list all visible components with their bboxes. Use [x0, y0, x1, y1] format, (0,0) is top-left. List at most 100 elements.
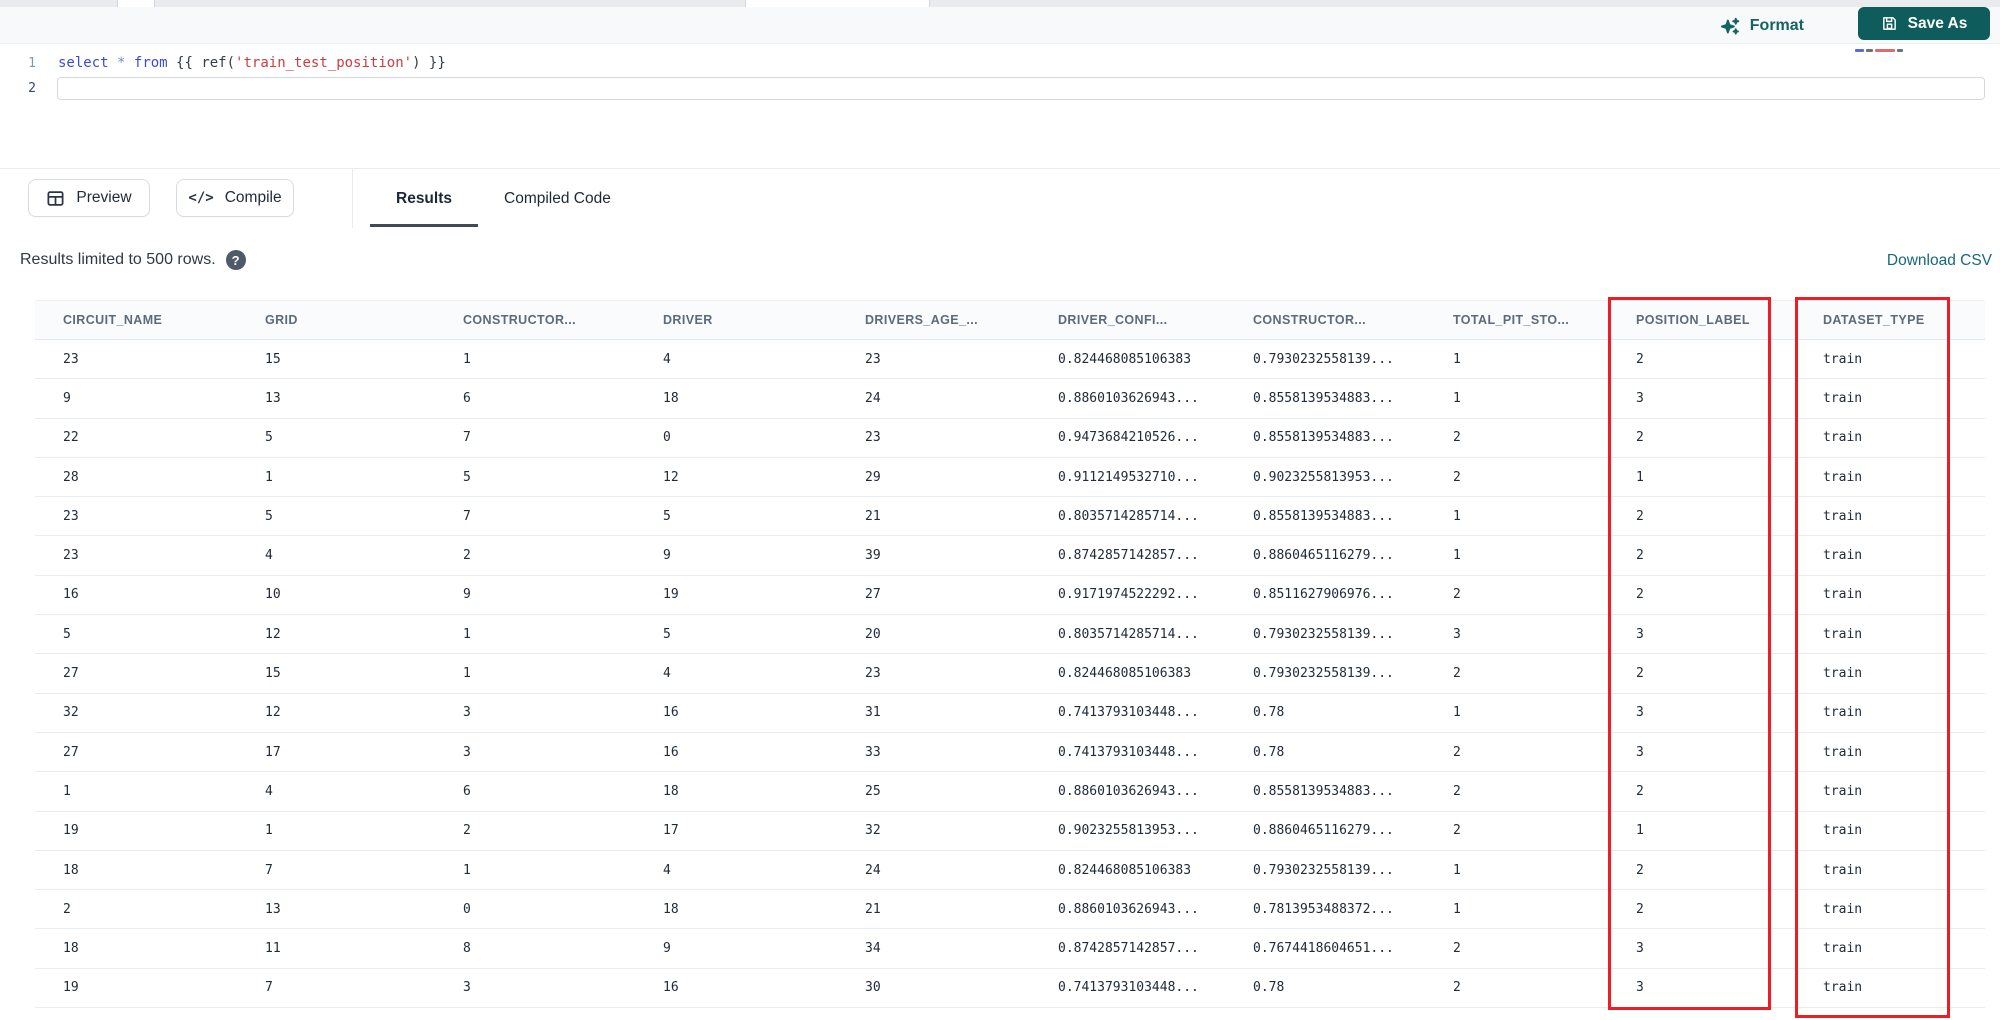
sql-token-plain: ref(	[201, 55, 236, 71]
download-csv-link[interactable]: Download CSV	[1887, 252, 1992, 270]
table-cell: 15	[265, 666, 281, 682]
table-cell: 2	[1636, 548, 1644, 564]
table-cell: 0.824468085106383	[1058, 351, 1192, 367]
sql-token-keyword: from	[133, 55, 168, 71]
table-cell: 2	[1453, 430, 1461, 446]
table-row: 5 12 1 5 20 0.8035714285714... 0.7930232558139…	[35, 615, 1985, 655]
sql-editor[interactable]: 1 select * from {{ ref('train_test_posit…	[0, 44, 2000, 168]
table-cell: 0.78	[1253, 744, 1285, 760]
table-cell: 16	[663, 744, 679, 760]
table-cell: train	[1823, 508, 1863, 524]
line-number-1: 1	[28, 55, 36, 71]
table-cell: 0.7930232558139...	[1253, 666, 1394, 682]
sql-code-line[interactable]: select * from {{ ref('train_test_positio…	[58, 55, 446, 71]
table-row: 22 5 7 0 23 0.9473684210526... 0.8558139534883…	[35, 418, 1985, 458]
table-cell: 18	[663, 390, 679, 406]
tab-results-label: Results	[396, 190, 452, 207]
table-cell: 24	[865, 390, 881, 406]
table-cell: 2	[1453, 666, 1461, 682]
sql-token-plain: {{	[167, 55, 202, 71]
table-cell: 32	[865, 823, 881, 839]
table-row: 23 5 7 5 21 0.8035714285714... 0.8558139534883…	[35, 497, 1985, 537]
format-button-label: Format	[1749, 17, 1804, 34]
table-cell: 0.9473684210526...	[1058, 430, 1199, 446]
table-cell: 1	[463, 862, 471, 878]
table-cell: 2	[1636, 508, 1644, 524]
table-cell: 0.8742857142857...	[1058, 548, 1199, 564]
table-cell: 21	[865, 508, 881, 524]
table-cell: 1	[265, 469, 273, 485]
table-cell: 2	[1453, 469, 1461, 485]
table-cell: train	[1823, 941, 1863, 957]
table-cell: 1	[463, 351, 471, 367]
table-cell: 5	[663, 626, 671, 642]
editor-active-line[interactable]	[57, 77, 1985, 100]
table-cell: train	[1823, 626, 1863, 642]
table-cell: train	[1823, 744, 1863, 760]
table-cell: 0.8511627906976...	[1253, 587, 1394, 603]
code-minimap	[1855, 48, 1913, 56]
help-icon[interactable]: ?	[225, 250, 246, 270]
table-cell: train	[1823, 783, 1863, 799]
table-cell: 5	[463, 469, 471, 485]
table-cell: 3	[463, 744, 471, 760]
file-tab-strip	[0, 0, 2000, 7]
table-cell: 3	[463, 705, 471, 721]
table-cell: 1	[1453, 901, 1461, 917]
table-cell: 4	[663, 351, 671, 367]
table-cell: 1	[1453, 508, 1461, 524]
table-cell: 20	[865, 626, 881, 642]
table-row: 28 1 5 12 29 0.9112149532710... 0.902325581395…	[35, 457, 1985, 498]
table-cell: train	[1823, 823, 1863, 839]
compile-button-label: Compile	[224, 189, 282, 206]
table-cell: 0.7413793103448...	[1058, 980, 1199, 996]
table-cell: 32	[63, 705, 79, 721]
table-cell: 0.78	[1253, 980, 1285, 996]
column-header: DRIVER	[663, 313, 713, 327]
results-table: CIRCUIT_NAME GRID CONSTRUCTOR... DRIVER DRIV…	[35, 300, 1985, 1009]
table-cell: 5	[663, 508, 671, 524]
table-cell: 2	[1636, 862, 1644, 878]
table-row: 23 15 1 4 23 0.824468085106383 0.7930232558139…	[35, 340, 1985, 380]
format-button[interactable]: Format	[1720, 14, 1804, 38]
column-header: GRID	[265, 313, 298, 327]
table-cell: 0.8860103626943...	[1058, 901, 1199, 917]
table-cell: 2	[1453, 744, 1461, 760]
table-cell: 7	[265, 862, 273, 878]
table-row: 2 13 0 18 21 0.8860103626943... 0.781395348837…	[35, 890, 1985, 930]
table-cell: 18	[663, 783, 679, 799]
compile-button[interactable]: </> Compile	[176, 179, 294, 217]
tab-compiled-code-label: Compiled Code	[504, 190, 611, 207]
table-cell: 16	[663, 705, 679, 721]
file-tab-segment	[117, 0, 155, 7]
table-header-row: CIRCUIT_NAME GRID CONSTRUCTOR... DRIVER DRIV…	[35, 300, 1985, 340]
table-cell: 1	[1453, 705, 1461, 721]
table-cell: 23	[865, 666, 881, 682]
table-cell: 2	[1453, 783, 1461, 799]
table-cell: 0.9171974522292...	[1058, 587, 1199, 603]
table-cell: 39	[865, 548, 881, 564]
table-cell: 18	[63, 862, 79, 878]
table-row: 23 4 2 9 39 0.8742857142857... 0.8860465116279…	[35, 536, 1985, 576]
table-cell: 23	[63, 508, 79, 524]
tab-results[interactable]: Results	[370, 169, 478, 229]
table-cell: 2	[1453, 941, 1461, 957]
preview-button[interactable]: Preview	[28, 179, 150, 217]
table-cell: 2	[1453, 587, 1461, 603]
table-cell: 6	[463, 390, 471, 406]
editor-line-1[interactable]: 1 select * from {{ ref('train_test_posit…	[0, 55, 446, 71]
table-cell: train	[1823, 390, 1863, 406]
tab-compiled-code[interactable]: Compiled Code	[478, 169, 637, 229]
table-row: 32 12 3 16 31 0.7413793103448... 0.78 1 3 train	[35, 693, 1985, 733]
save-as-button[interactable]: Save As	[1858, 7, 1990, 40]
table-cell: 0.8558139534883...	[1253, 390, 1394, 406]
table-cell: 1	[463, 666, 471, 682]
code-icon: </>	[188, 190, 214, 206]
sql-token-plain: ) }}	[412, 55, 446, 71]
table-cell: 0.8860103626943...	[1058, 783, 1199, 799]
table-cell: 0.7813953488372...	[1253, 901, 1394, 917]
sparkles-icon	[1720, 16, 1741, 37]
table-cell: 0.8860465116279...	[1253, 548, 1394, 564]
table-cell: 22	[63, 430, 79, 446]
table-cell: 4	[265, 783, 273, 799]
